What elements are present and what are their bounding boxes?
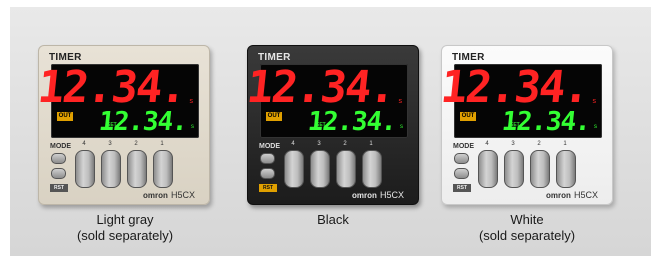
digit-button-3[interactable]	[504, 150, 524, 188]
mode-label: MODE	[453, 143, 474, 150]
timer-unit-white: TIMER 12.34. s OUT SET 12.34. s MODE RST…	[438, 45, 613, 205]
caption-line-2: (sold separately)	[76, 228, 174, 243]
caption-light-gray: Light gray (sold separately)	[25, 212, 225, 244]
digit-button-4[interactable]	[284, 150, 304, 188]
button-number-1: 1	[369, 141, 373, 147]
rst-label: RST	[259, 184, 277, 192]
digit-button-4[interactable]	[478, 150, 498, 188]
timer-body: TIMER 12.34. s OUT SET 12.34. s MODE RST…	[35, 45, 210, 205]
button-number-3: 3	[317, 141, 321, 147]
caption-line-1: Black	[317, 212, 349, 227]
sv-unit-label: s	[191, 124, 194, 130]
mode-label: MODE	[50, 143, 71, 150]
brand-logo: omron	[143, 191, 168, 200]
digit-button-2[interactable]	[127, 150, 147, 188]
lcd-display: 12.34. s OUT SET 12.34. s	[35, 62, 199, 138]
rst-label: RST	[453, 184, 471, 192]
button-number-4: 4	[485, 141, 489, 147]
present-value-display: 12.34.	[35, 62, 188, 113]
set-value-display: 12.34.	[306, 107, 398, 137]
set-value-display: 12.34.	[97, 107, 189, 137]
caption-line-2: (sold separately)	[478, 228, 576, 243]
button-number-1: 1	[160, 141, 164, 147]
button-number-3: 3	[108, 141, 112, 147]
mode-button[interactable]	[51, 153, 66, 164]
button-number-1: 1	[563, 141, 567, 147]
button-number-2: 2	[134, 141, 138, 147]
caption-white: White (sold separately)	[427, 212, 627, 244]
mode-button[interactable]	[454, 153, 469, 164]
digit-button-4[interactable]	[75, 150, 95, 188]
button-number-2: 2	[537, 141, 541, 147]
sv-unit-label: s	[400, 124, 403, 130]
set-value-display: 12.34.	[500, 107, 592, 137]
model-label: H5CX	[574, 190, 599, 200]
brand-logo: omron	[352, 191, 377, 200]
button-number-2: 2	[343, 141, 347, 147]
model-label: H5CX	[380, 190, 405, 200]
timer-unit-black: TIMER 12.34. s OUT SET 12.34. s MODE RST…	[244, 45, 419, 205]
mode-label: MODE	[259, 143, 280, 150]
timer-unit-light-gray: TIMER 12.34. s OUT SET 12.34. s MODE RST…	[35, 45, 210, 205]
caption-line-1: Light gray	[96, 212, 154, 227]
digit-button-3[interactable]	[101, 150, 121, 188]
brand-logo: omron	[546, 191, 571, 200]
caption-line-1: White	[510, 212, 544, 227]
reset-button[interactable]	[454, 168, 469, 179]
model-label: H5CX	[171, 190, 196, 200]
pv-unit-label: s	[398, 98, 403, 105]
digit-button-2[interactable]	[530, 150, 550, 188]
present-value-display: 12.34.	[438, 62, 591, 113]
reset-button[interactable]	[51, 168, 66, 179]
product-panel: TIMER 12.34. s OUT SET 12.34. s MODE RST…	[10, 7, 651, 256]
digit-button-1[interactable]	[362, 150, 382, 188]
button-number-3: 3	[511, 141, 515, 147]
mode-button[interactable]	[260, 153, 275, 164]
digit-button-2[interactable]	[336, 150, 356, 188]
present-value-display: 12.34.	[244, 62, 397, 113]
pv-unit-label: s	[189, 98, 194, 105]
pv-unit-label: s	[592, 98, 597, 105]
rst-label: RST	[50, 184, 68, 192]
lcd-display: 12.34. s OUT SET 12.34. s	[438, 62, 602, 138]
button-number-4: 4	[291, 141, 295, 147]
digit-button-1[interactable]	[153, 150, 173, 188]
out-indicator: OUT	[460, 112, 476, 121]
button-number-4: 4	[82, 141, 86, 147]
timer-body: TIMER 12.34. s OUT SET 12.34. s MODE RST…	[438, 45, 613, 205]
caption-black: Black	[233, 212, 433, 228]
out-indicator: OUT	[57, 112, 73, 121]
reset-button[interactable]	[260, 168, 275, 179]
digit-button-1[interactable]	[556, 150, 576, 188]
lcd-display: 12.34. s OUT SET 12.34. s	[244, 62, 408, 138]
digit-button-3[interactable]	[310, 150, 330, 188]
out-indicator: OUT	[266, 112, 282, 121]
timer-body: TIMER 12.34. s OUT SET 12.34. s MODE RST…	[244, 45, 419, 205]
sv-unit-label: s	[594, 124, 597, 130]
